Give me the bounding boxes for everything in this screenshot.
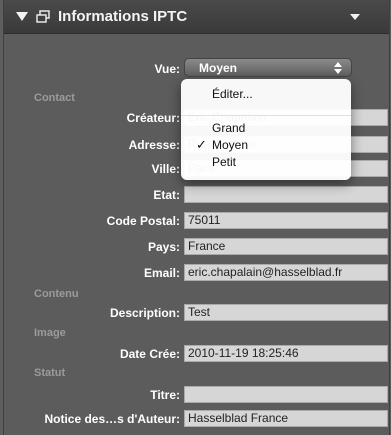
menu-item-petit-label: Petit — [212, 155, 237, 169]
up-down-arrows-icon — [334, 62, 342, 74]
label-notice-droits-auteur: Notice des…s d'Auteur: — [44, 412, 180, 426]
menu-item-moyen[interactable]: ✓ Moyen — [181, 136, 351, 154]
field-description[interactable]: Test — [184, 304, 388, 321]
menu-item-edit[interactable]: Éditer... — [181, 85, 351, 103]
label-date-cree: Date Crée: — [119, 347, 180, 361]
label-etat: Etat: — [153, 188, 180, 202]
view-select-value: Moyen — [199, 61, 238, 75]
section-statut: Statut — [34, 367, 66, 379]
label-titre: Titre: — [150, 388, 180, 402]
label-email: Email: — [143, 266, 180, 280]
label-createur: Créateur: — [126, 111, 180, 125]
field-etat[interactable] — [184, 186, 388, 203]
panel-header: Informations IPTC — [4, 0, 389, 34]
label-adresse: Adresse: — [128, 138, 180, 152]
menu-item-edit-label: Éditer... — [212, 87, 253, 101]
field-pays[interactable]: France — [184, 238, 388, 255]
field-notice-droits-auteur[interactable]: Hasselblad France — [184, 410, 388, 427]
menu-separator — [181, 115, 351, 116]
window-icon — [36, 10, 50, 23]
view-label: Vue: — [154, 62, 180, 76]
section-image: Image — [34, 327, 66, 339]
collapse-triangle-icon[interactable] — [16, 12, 28, 21]
iptc-panel: Informations IPTC Vue: Moyen Contact Cré… — [3, 0, 390, 435]
panel-title: Informations IPTC — [58, 8, 188, 25]
field-titre[interactable] — [184, 386, 388, 403]
field-code-postal[interactable]: 75011 — [184, 212, 388, 229]
label-description: Description: — [109, 306, 180, 320]
field-date-cree[interactable]: 2010-11-19 18:25:46 — [184, 345, 388, 362]
menu-item-petit[interactable]: Petit — [181, 153, 351, 171]
view-select[interactable]: Moyen — [184, 58, 352, 77]
menu-item-moyen-label: Moyen — [212, 138, 249, 152]
label-code-postal: Code Postal: — [106, 214, 180, 228]
view-dropdown-menu: Éditer... Grand ✓ Moyen Petit — [181, 79, 351, 180]
section-contact: Contact — [34, 92, 75, 104]
menu-item-grand-label: Grand — [212, 121, 246, 135]
label-ville: Ville: — [151, 162, 180, 176]
section-contenu: Contenu — [34, 288, 79, 300]
label-pays: Pays: — [147, 240, 180, 254]
panel-menu-icon[interactable] — [350, 14, 360, 20]
menu-item-grand[interactable]: Grand — [181, 119, 351, 137]
checkmark-icon: ✓ — [196, 137, 207, 152]
field-email[interactable]: eric.chapalain@hasselblad.fr — [184, 264, 388, 281]
